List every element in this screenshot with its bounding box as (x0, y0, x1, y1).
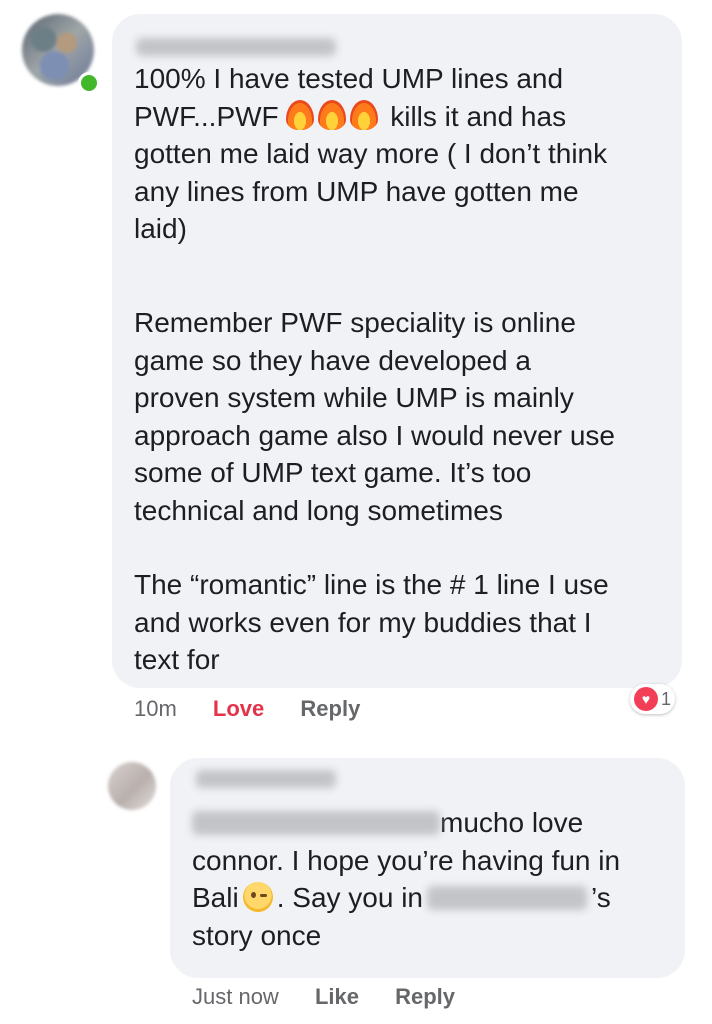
comment-paragraph-3: The “romantic” line is the # 1 line I us… (134, 569, 609, 675)
reaction-summary[interactable]: ♥ 1 (630, 684, 676, 714)
reply-line: mucho love (440, 807, 584, 838)
comment-line: 100% I have tested UMP lines and (134, 63, 564, 94)
online-status-icon (78, 72, 100, 94)
comment-paragraph-2: Remember PWF speciality is online game s… (134, 307, 615, 526)
reply-line: connor. I hope you’re having fun in (192, 844, 621, 876)
comment-line: laid) (134, 213, 187, 244)
reply-line: ’s (591, 882, 611, 913)
comment-line: kills it and has (382, 100, 567, 132)
reply-line: . Say you in (276, 882, 424, 913)
mention-redacted[interactable] (427, 886, 588, 910)
reaction-count: 1 (661, 688, 672, 709)
comment-line: any lines from UMP have gotten me (134, 175, 579, 207)
commenter-name-redacted[interactable] (136, 38, 336, 56)
reply-button[interactable]: Reply (395, 984, 455, 1009)
fire-icon (318, 99, 347, 130)
fire-icon (286, 99, 315, 130)
comment-timestamp[interactable]: 10m (134, 696, 177, 721)
reply-line: story once (192, 919, 322, 951)
reply-line: Bali (192, 882, 239, 913)
comment-line: PWF...PWF (134, 100, 287, 132)
heart-icon: ♥ (634, 687, 658, 711)
mention-redacted[interactable] (192, 811, 440, 835)
reply-button[interactable]: Reply (300, 696, 360, 721)
fire-icon (350, 99, 379, 130)
reply-text: mucho love connor. I hope you’re having … (192, 804, 672, 954)
replier-name-redacted[interactable] (196, 770, 336, 788)
like-button[interactable]: Like (315, 984, 359, 1009)
reply-timestamp[interactable]: Just now (192, 984, 279, 1009)
comment-actions: 10m Love Reply (134, 696, 390, 722)
love-button[interactable]: Love (213, 696, 264, 721)
comment-paragraph-1: 100% I have tested UMP lines and PWF...P… (134, 60, 669, 248)
replier-avatar[interactable] (108, 762, 156, 810)
comment-line: gotten me laid way more ( I don’t think (134, 138, 608, 169)
reply-actions: Just now Like Reply (192, 984, 485, 1010)
wink-icon (242, 882, 273, 912)
